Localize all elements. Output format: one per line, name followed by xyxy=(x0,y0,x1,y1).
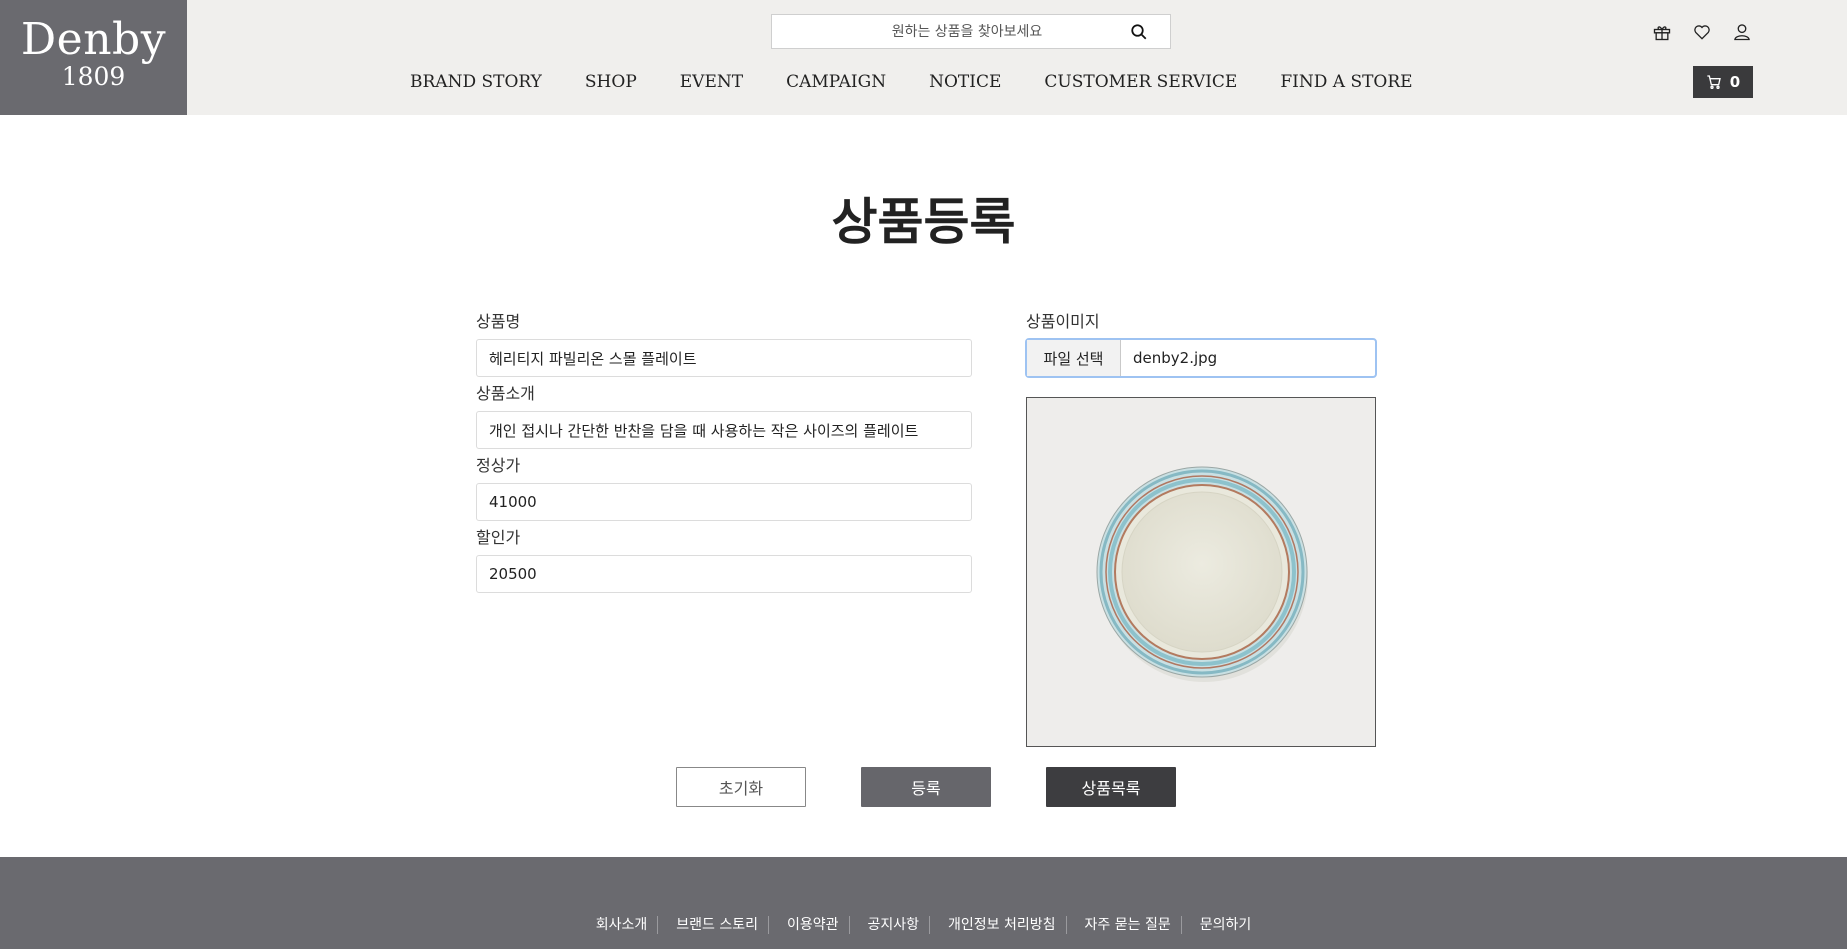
search-input[interactable] xyxy=(772,15,1132,48)
submit-button[interactable]: 등록 xyxy=(861,767,991,807)
cart-icon xyxy=(1707,75,1721,89)
search-bar xyxy=(771,14,1171,49)
sale-price-input[interactable] xyxy=(476,555,972,593)
page-title: 상품등록 xyxy=(831,193,1016,251)
nav-customer-service[interactable]: CUSTOMER SERVICE xyxy=(1044,70,1237,94)
footer-links: 회사소개 브랜드 스토리 이용약관 공지사항 개인정보 처리방침 자주 묻는 질… xyxy=(0,916,1847,934)
regular-price-input[interactable] xyxy=(476,483,972,521)
product-list-button[interactable]: 상품목록 xyxy=(1046,767,1176,807)
regular-price-label: 정상가 xyxy=(476,456,521,475)
footer-link-faq[interactable]: 자주 묻는 질문 xyxy=(1065,916,1181,934)
main-nav: BRAND STORY SHOP EVENT CAMPAIGN NOTICE C… xyxy=(410,70,1456,94)
product-desc-label: 상품소개 xyxy=(476,384,535,403)
reset-button[interactable]: 초기화 xyxy=(676,767,806,807)
plate-image xyxy=(1096,466,1308,682)
file-input[interactable]: 파일 선택 denby2.jpg xyxy=(1025,338,1377,378)
product-desc-input[interactable] xyxy=(476,411,972,449)
site-footer xyxy=(0,857,1847,949)
file-name: denby2.jpg xyxy=(1133,349,1218,367)
product-name-input[interactable] xyxy=(476,339,972,377)
nav-event[interactable]: EVENT xyxy=(680,70,743,94)
file-select-button[interactable]: 파일 선택 xyxy=(1027,340,1121,376)
nav-shop[interactable]: SHOP xyxy=(585,70,637,94)
product-image-label: 상품이미지 xyxy=(1026,312,1100,331)
footer-link-company[interactable]: 회사소개 xyxy=(586,916,658,934)
nav-notice[interactable]: NOTICE xyxy=(929,70,1001,94)
cart-count: 0 xyxy=(1729,73,1741,91)
brand-logo[interactable]: Denby 1809 xyxy=(0,0,187,115)
footer-link-notice[interactable]: 공지사항 xyxy=(848,916,930,934)
image-preview xyxy=(1026,397,1376,747)
cart-button[interactable]: 0 xyxy=(1693,66,1753,98)
search-icon[interactable] xyxy=(1130,23,1148,41)
gift-icon[interactable] xyxy=(1652,22,1672,42)
nav-find-a-store[interactable]: FIND A STORE xyxy=(1280,70,1412,94)
product-name-label: 상품명 xyxy=(476,312,521,331)
heart-icon[interactable] xyxy=(1692,22,1712,42)
utility-icons xyxy=(1652,22,1752,42)
footer-link-contact[interactable]: 문의하기 xyxy=(1180,916,1262,934)
nav-campaign[interactable]: CAMPAIGN xyxy=(786,70,886,94)
logo-name: Denby xyxy=(20,14,167,65)
footer-link-terms[interactable]: 이용약관 xyxy=(767,916,849,934)
site-header: Denby 1809 BRAND STORY SHOP EVENT CAMPAI… xyxy=(0,0,1847,115)
footer-link-privacy[interactable]: 개인정보 처리방침 xyxy=(929,916,1066,934)
sale-price-label: 할인가 xyxy=(476,528,521,547)
nav-brand-story[interactable]: BRAND STORY xyxy=(410,70,542,94)
user-icon[interactable] xyxy=(1732,22,1752,42)
footer-link-brand-story[interactable]: 브랜드 스토리 xyxy=(657,916,768,934)
logo-year: 1809 xyxy=(61,62,126,91)
